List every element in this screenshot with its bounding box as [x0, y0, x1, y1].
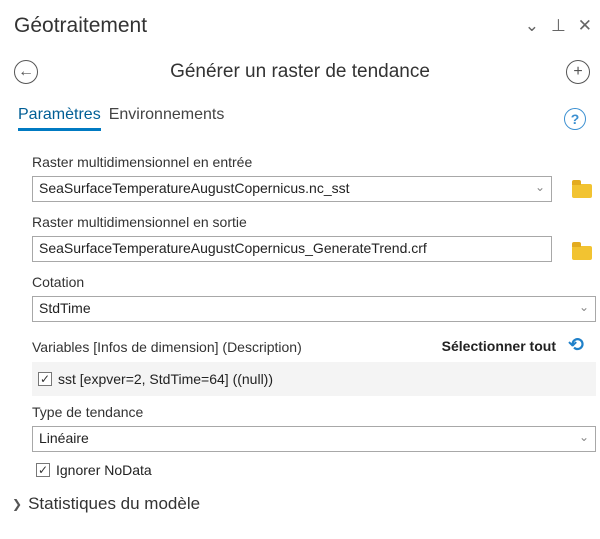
trend-type-select[interactable]: Linéaire ⌄	[32, 426, 596, 452]
help-icon[interactable]: ?	[564, 108, 586, 130]
dimension-select[interactable]: StdTime ⌄	[32, 296, 596, 322]
browse-folder-icon[interactable]	[572, 242, 592, 260]
select-all-button[interactable]: Sélectionner tout	[442, 338, 556, 354]
plus-icon: +	[573, 63, 583, 80]
variable-item[interactable]: ✓ sst [expver=2, StdTime=64] ((null))	[38, 371, 273, 387]
dimension-value: StdTime	[39, 300, 91, 316]
chevron-down-icon[interactable]: ⌄	[535, 180, 545, 194]
pane-title: Géotraitement	[14, 14, 148, 37]
chevron-down-icon[interactable]: ⌄	[579, 300, 589, 314]
tool-row: ← Générer un raster de tendance +	[0, 56, 600, 90]
dimension-label: Cotation	[32, 274, 85, 290]
variable-item-label: sst [expver=2, StdTime=64] ((null))	[58, 371, 274, 387]
variable-checkbox[interactable]: ✓	[38, 372, 52, 386]
refresh-icon[interactable]: ⟲	[568, 334, 584, 357]
model-statistics-section[interactable]: ❯ Statistiques du modèle	[12, 494, 200, 514]
chevron-right-icon: ❯	[12, 497, 23, 511]
output-raster-field[interactable]: SeaSurfaceTemperatureAugustCopernicus_Ge…	[32, 236, 552, 262]
output-raster-label: Raster multidimensionnel en sortie	[32, 214, 247, 230]
chevron-down-icon[interactable]: ⌄	[579, 430, 589, 444]
add-button[interactable]: +	[566, 60, 590, 84]
input-raster-label: Raster multidimensionnel en entrée	[32, 154, 253, 170]
trend-type-value: Linéaire	[39, 430, 89, 446]
pane-controls: ⌄ ⊥ ✕	[525, 16, 592, 36]
ignore-nodata-checkbox[interactable]: ✓	[36, 463, 50, 477]
tab-parameters[interactable]: Paramètres	[18, 106, 101, 131]
tool-title: Générer un raster de tendance	[170, 61, 430, 82]
pane-header: Géotraitement ⌄ ⊥ ✕	[0, 0, 600, 48]
browse-folder-icon[interactable]	[572, 180, 592, 198]
tab-environments[interactable]: Environnements	[109, 106, 225, 131]
output-raster-value: SeaSurfaceTemperatureAugustCopernicus_Ge…	[39, 240, 427, 256]
tabs: Paramètres Environnements	[18, 106, 224, 131]
pin-icon[interactable]: ⊥	[551, 16, 566, 36]
collapse-icon[interactable]: ⌄	[525, 16, 539, 36]
ignore-nodata-option[interactable]: ✓ Ignorer NoData	[36, 462, 152, 478]
trend-type-label: Type de tendance	[32, 404, 144, 420]
ignore-nodata-label: Ignorer NoData	[56, 462, 152, 478]
input-raster-value: SeaSurfaceTemperatureAugustCopernicus.nc…	[39, 180, 350, 196]
variables-label: Variables [Infos de dimension] (Descript…	[32, 339, 302, 355]
model-statistics-label: Statistiques du modèle	[28, 494, 201, 513]
close-icon[interactable]: ✕	[578, 16, 592, 36]
input-raster-field[interactable]: SeaSurfaceTemperatureAugustCopernicus.nc…	[32, 176, 552, 202]
